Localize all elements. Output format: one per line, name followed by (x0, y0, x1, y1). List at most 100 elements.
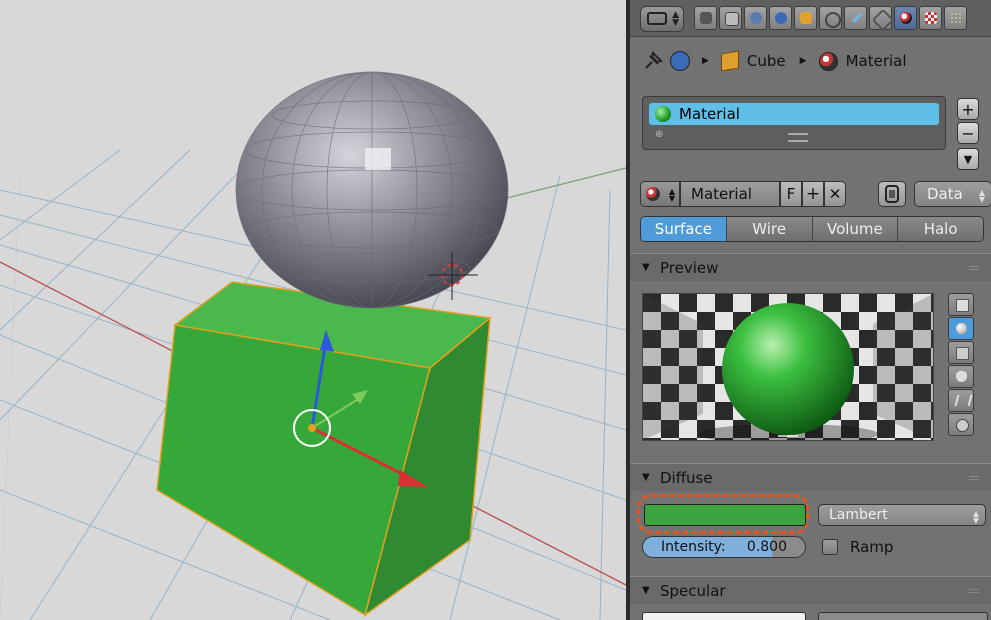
tab-world[interactable] (769, 6, 792, 30)
tab-render[interactable] (694, 6, 717, 30)
preview-monkey-button[interactable] (948, 365, 974, 388)
preview-plane-button[interactable] (948, 293, 974, 316)
viewport-scene (0, 0, 626, 620)
updown-arrows-icon: ▲ ▼ (668, 187, 675, 203)
preview-shape-buttons (948, 293, 974, 437)
diffuse-shader-dropdown[interactable]: Lambert ▲ ▼ (818, 504, 986, 526)
panel-drag-handle-icon[interactable] (969, 589, 979, 593)
specular-title: Specular (660, 582, 726, 600)
browse-material-button[interactable]: ▲ ▼ (640, 181, 680, 207)
pin-icon[interactable] (642, 50, 664, 72)
resize-grip-icon[interactable] (788, 133, 808, 142)
material-preview (642, 293, 934, 441)
link-icon (885, 185, 899, 203)
material-slot-list[interactable]: Material ⊕ (642, 96, 946, 150)
new-material-button[interactable]: + (802, 181, 824, 207)
breadcrumb: ▶ Cube ▶ Material (642, 48, 907, 74)
material-icon (646, 187, 660, 201)
breadcrumb-arrow-icon: ▶ (799, 56, 807, 66)
sphere-sky-icon (956, 419, 969, 432)
properties-header: ▲ ▼ (630, 0, 991, 37)
fake-user-button[interactable]: F (780, 181, 802, 207)
updown-arrows-icon: ▲ ▼ (978, 188, 985, 204)
monkey-icon (956, 371, 967, 382)
diffuse-panel-header[interactable]: ▼ Diffuse (630, 463, 991, 491)
preview-cube-button[interactable] (948, 341, 974, 364)
tab-volume[interactable]: Volume (812, 217, 899, 241)
slot-specials-button[interactable]: ▼ (957, 148, 979, 170)
scene-icon (750, 12, 762, 24)
scene-world-icon (670, 51, 690, 71)
object-cube-icon (800, 12, 812, 24)
layers-icon (725, 12, 739, 26)
particles-icon (950, 12, 962, 24)
panel-drag-handle-icon[interactable] (969, 266, 979, 270)
material-name-field[interactable]: Material (680, 181, 780, 207)
list-item[interactable]: Material (649, 103, 939, 125)
preview-hair-button[interactable] (948, 389, 974, 412)
hair-strands-icon (954, 395, 973, 406)
intensity-value: 0.800 (746, 539, 787, 555)
tab-object[interactable] (794, 6, 817, 30)
tab-scene[interactable] (744, 6, 767, 30)
diffuse-intensity-slider[interactable]: Intensity: 0.800 (642, 536, 806, 558)
unlink-material-button[interactable]: ✕ (824, 181, 846, 207)
sphere-icon (956, 323, 967, 334)
preview-title: Preview (660, 259, 719, 277)
ramp-checkbox[interactable] (822, 539, 838, 555)
wrench-icon (851, 12, 863, 24)
tab-modifiers[interactable] (844, 6, 867, 30)
tab-wire[interactable]: Wire (726, 217, 813, 241)
tab-halo[interactable]: Halo (898, 217, 983, 241)
green-material-ball-icon (655, 106, 671, 122)
tab-material[interactable] (894, 6, 917, 30)
properties-editor-icon (647, 12, 667, 25)
texture-checker-icon (925, 12, 937, 24)
material-datablock-row: ▲ ▼ Material F + ✕ Data ▲ ▼ (640, 181, 991, 207)
constraint-chain-icon (825, 12, 841, 28)
breadcrumb-arrow-icon: ▶ (702, 56, 709, 66)
material-type-tabs: Surface Wire Volume Halo (640, 216, 984, 242)
material-icon (818, 51, 838, 71)
preview-sphere-button[interactable] (948, 317, 974, 340)
plane-icon (956, 299, 969, 312)
tab-particles[interactable] (944, 6, 967, 30)
preview-panel-header[interactable]: ▼ Preview (630, 253, 991, 281)
diffuse-shader-value: Lambert (829, 507, 888, 523)
intensity-label: Intensity: (661, 539, 726, 555)
link-toggle-button[interactable] (878, 181, 906, 207)
properties-panel: ▲ ▼ ▶ Cube ▶ Material Material ⊕ + − ▼ ▲… (630, 0, 991, 620)
link-mode-value: Data (927, 185, 963, 203)
specular-shader-dropdown[interactable] (818, 612, 988, 620)
collapse-triangle-icon: ▼ (642, 262, 650, 273)
tab-surface[interactable]: Surface (641, 217, 727, 241)
breadcrumb-material: Material (845, 52, 907, 70)
diffuse-title: Diffuse (660, 469, 713, 487)
ramp-toggle[interactable]: Ramp (822, 538, 893, 556)
tab-texture[interactable] (919, 6, 942, 30)
material-icon (900, 12, 912, 24)
updown-arrows-icon: ▲ ▼ (672, 10, 679, 28)
sphere-object[interactable] (235, 71, 509, 309)
diffuse-color-swatch[interactable] (644, 504, 806, 526)
ramp-label: Ramp (850, 538, 894, 556)
tab-render-layers[interactable] (719, 6, 742, 30)
add-slot-button[interactable]: + (957, 98, 979, 120)
3d-viewport[interactable] (0, 0, 626, 620)
context-tabs (694, 6, 969, 32)
remove-slot-button[interactable]: − (957, 122, 979, 144)
mesh-data-icon (871, 8, 895, 32)
editor-type-selector[interactable]: ▲ ▼ (640, 6, 684, 32)
link-mode-dropdown[interactable]: Data ▲ ▼ (914, 181, 991, 207)
tab-constraints[interactable] (819, 6, 842, 30)
preview-world-sphere-button[interactable] (948, 413, 974, 436)
camera-icon (700, 12, 712, 24)
tab-data[interactable] (869, 6, 895, 32)
specular-color-swatch[interactable] (642, 612, 806, 620)
specular-panel-header[interactable]: ▼ Specular (630, 576, 991, 604)
object-cube-icon (720, 50, 739, 72)
filter-plus-icon[interactable]: ⊕ (655, 129, 663, 140)
breadcrumb-object: Cube (746, 52, 786, 70)
collapse-triangle-icon: ▼ (642, 472, 650, 483)
panel-drag-handle-icon[interactable] (969, 476, 979, 480)
